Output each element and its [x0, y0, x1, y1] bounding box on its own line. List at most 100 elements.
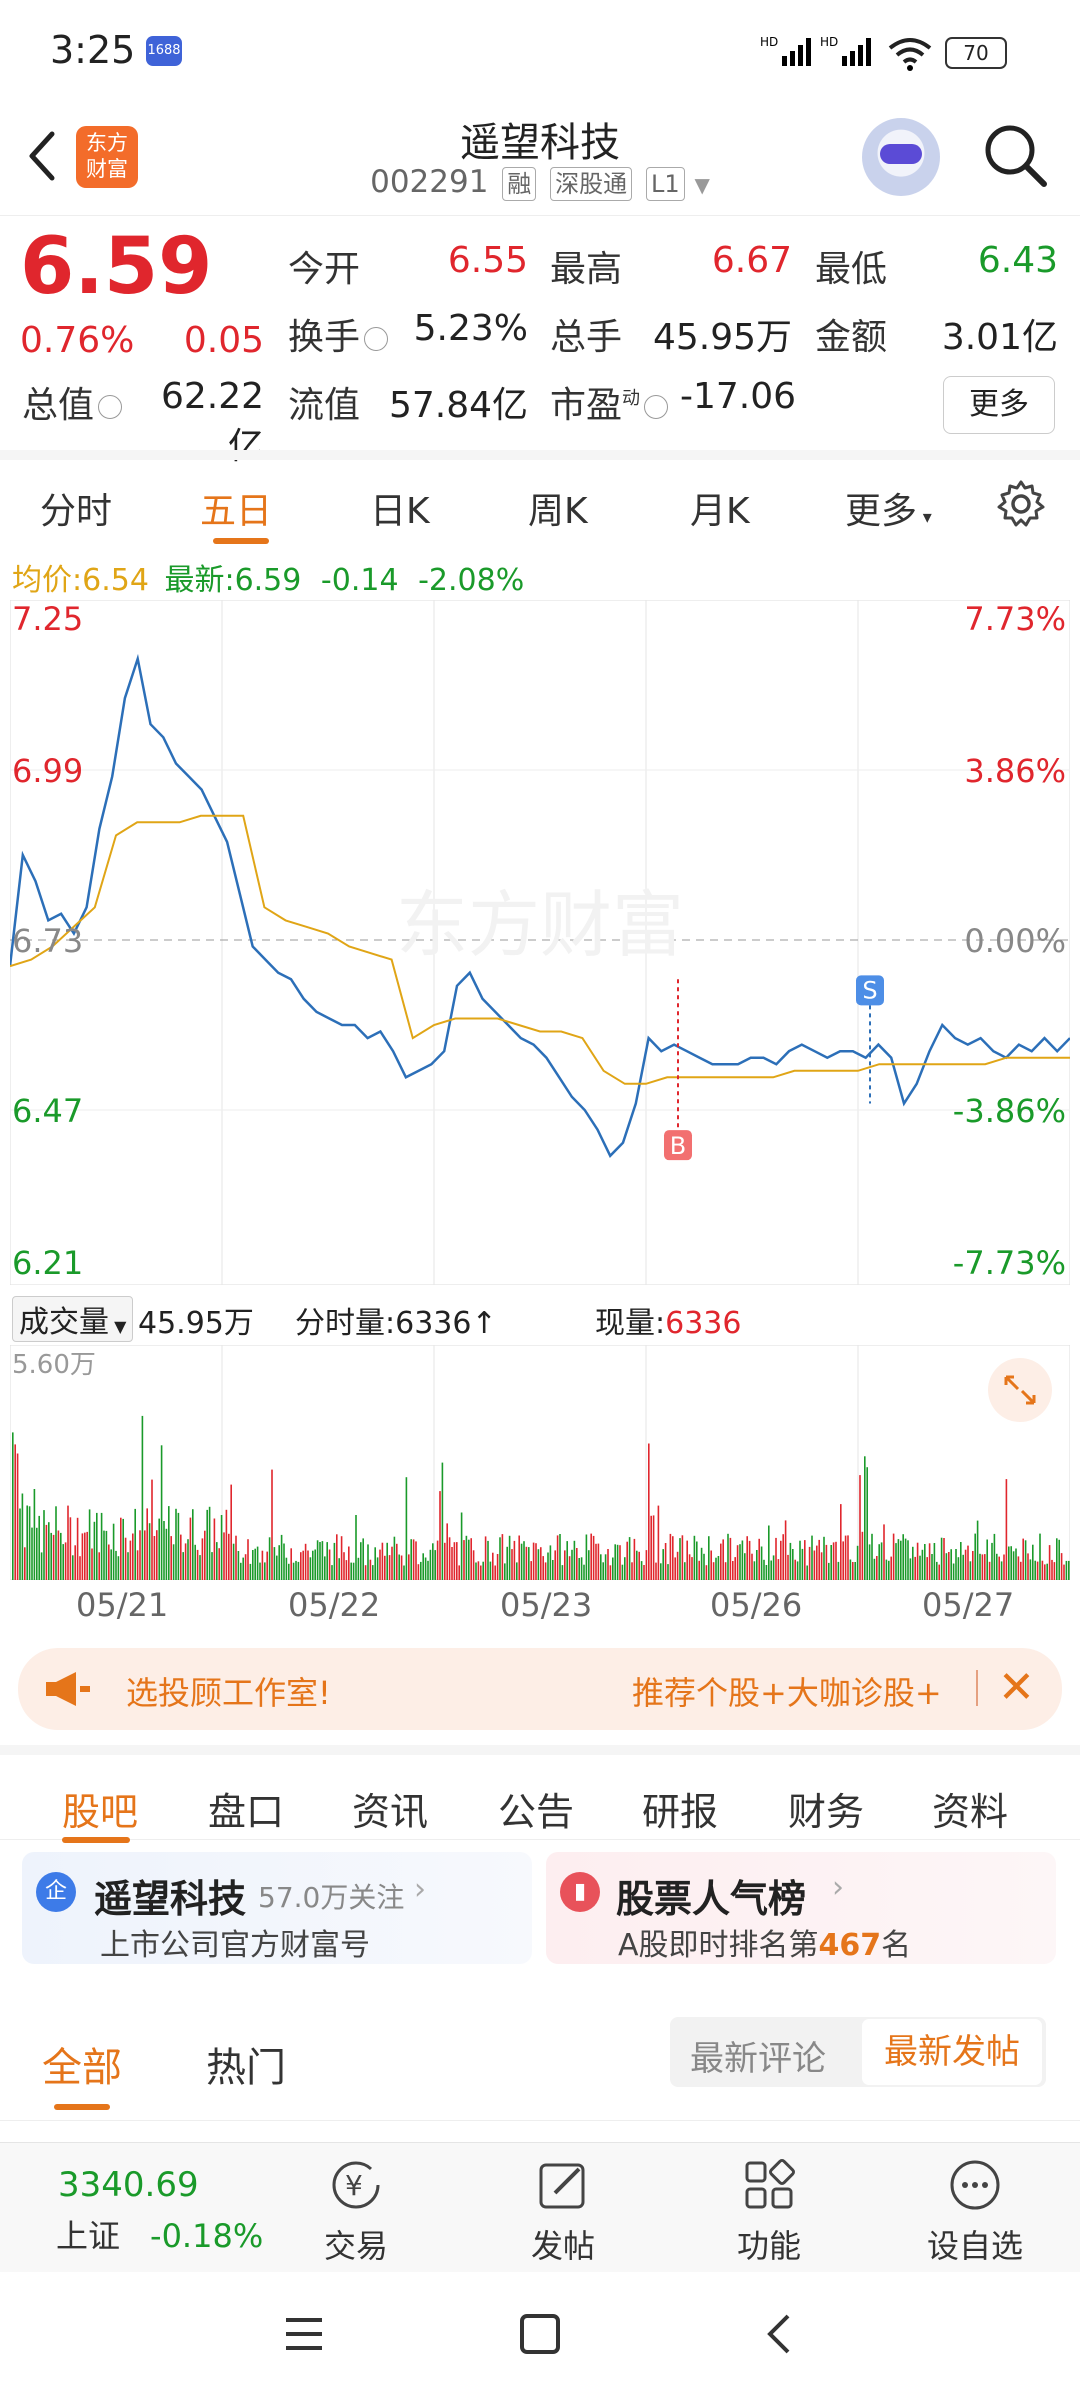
- info-icon: [98, 395, 123, 419]
- volume-bar: [856, 1545, 859, 1580]
- sort-latest-post[interactable]: 最新发帖: [862, 2019, 1042, 2085]
- volume-bar: [736, 1545, 739, 1580]
- pe-label[interactable]: 市盈动: [550, 376, 669, 428]
- back-nav-icon[interactable]: [758, 2312, 802, 2360]
- volume-bar: [876, 1556, 878, 1580]
- search-icon[interactable]: [980, 120, 1050, 190]
- tab-financials[interactable]: 财务: [788, 1781, 864, 1836]
- volume-bar: [859, 1475, 861, 1580]
- five-day-price-chart[interactable]: 东方财富 7.25 7.73% 6.99 3.86% 6.73 0.00% 6.47 -3.86…: [10, 600, 1070, 1285]
- open-label: 今开: [288, 249, 361, 290]
- volume-bar: [748, 1540, 751, 1580]
- volume-bar: [1051, 1559, 1053, 1580]
- volume-bar: [820, 1552, 823, 1580]
- volume-bar: [648, 1443, 650, 1580]
- company-account-card[interactable]: 企 遥望科技 57.0万关注 › 上市公司官方财富号: [22, 1852, 532, 1964]
- volume-bar: [201, 1538, 204, 1580]
- volume-bar: [753, 1561, 756, 1580]
- assistant-robot-icon[interactable]: [862, 118, 940, 196]
- company-name: 遥望科技: [94, 1877, 247, 1921]
- promo-banner[interactable]: 选投顾工作室! 推荐个股+大咖诊股+ ✕: [18, 1648, 1062, 1730]
- tab-daily-k[interactable]: 日K: [370, 482, 430, 534]
- mktcap-label[interactable]: 总值: [22, 376, 123, 428]
- nav-post[interactable]: 发帖: [503, 2157, 623, 2267]
- tab-monthly-k[interactable]: 月K: [690, 482, 750, 534]
- tab-forum[interactable]: 股吧: [62, 1781, 138, 1836]
- tab-more[interactable]: 更多 ▾: [845, 482, 932, 534]
- home-icon[interactable]: [518, 2312, 562, 2360]
- volume-bar: [813, 1550, 816, 1580]
- volume-bar: [628, 1537, 631, 1580]
- volume-bar: [849, 1559, 852, 1580]
- volume-bar: [477, 1561, 480, 1580]
- volume-bar: [84, 1532, 86, 1580]
- volume-bar: [660, 1563, 662, 1580]
- tab-weekly-k[interactable]: 周K: [528, 482, 588, 534]
- avg-label: 均价:: [12, 563, 83, 598]
- settings-gear-icon[interactable]: [995, 478, 1047, 534]
- sort-latest-comment[interactable]: 最新评论: [690, 2031, 826, 2080]
- volume-bar: [506, 1546, 508, 1580]
- watermark: 东方财富: [396, 883, 684, 967]
- volume-bar: [861, 1531, 864, 1580]
- volume-bar: [624, 1557, 626, 1580]
- volume-bar: [825, 1544, 828, 1580]
- tab-intraday[interactable]: 分时: [40, 482, 112, 534]
- volume-bar: [453, 1542, 456, 1580]
- turnover-label[interactable]: 换手: [288, 308, 389, 360]
- nav-add-watchlist[interactable]: 设自选: [915, 2157, 1035, 2267]
- volume-bar: [688, 1554, 691, 1580]
- volume-bar: [811, 1535, 813, 1580]
- volume-bar: [76, 1517, 79, 1580]
- tab-all[interactable]: 全部: [42, 2035, 122, 2093]
- y-tick-left: 6.47: [12, 1092, 83, 1130]
- volume-bar: [540, 1547, 542, 1580]
- tab-hot[interactable]: 热门: [206, 2035, 286, 2093]
- volume-bar: [64, 1542, 67, 1580]
- volume-bar: [580, 1557, 583, 1580]
- volume-bar: [784, 1520, 787, 1580]
- tab-five-day[interactable]: 五日: [200, 482, 272, 534]
- volume-bar: [724, 1562, 727, 1580]
- tab-profile[interactable]: 资料: [932, 1781, 1008, 1836]
- volume-bar: [1003, 1554, 1005, 1580]
- volume-bar: [943, 1538, 945, 1580]
- volume-bar: [741, 1540, 744, 1580]
- volume-bar: [770, 1560, 772, 1580]
- volume-bar: [352, 1562, 355, 1580]
- nav-trade[interactable]: ¥ 交易: [296, 2157, 416, 2267]
- close-icon[interactable]: ✕: [998, 1662, 1035, 1713]
- volume-bar: [278, 1545, 280, 1580]
- tab-orderbook[interactable]: 盘口: [208, 1781, 284, 1836]
- more-quote-button[interactable]: 更多: [943, 376, 1055, 434]
- volume-bar: [160, 1445, 163, 1580]
- volume-bar: [206, 1509, 208, 1580]
- volume-bar: [403, 1565, 405, 1580]
- volume-bar: [986, 1539, 988, 1580]
- nav-functions[interactable]: 功能: [709, 2157, 829, 2267]
- volume-bar: [369, 1559, 372, 1580]
- volume-bar: [376, 1557, 379, 1580]
- volume-bar: [398, 1554, 400, 1580]
- volume-bar: [235, 1535, 237, 1580]
- volume-bar: [732, 1561, 734, 1580]
- menu-icon[interactable]: [282, 2312, 326, 2360]
- tab-research[interactable]: 研报: [642, 1781, 718, 1836]
- volume-chart[interactable]: 5.60万: [10, 1345, 1070, 1580]
- volume-bar: [619, 1545, 621, 1580]
- volume-bar: [52, 1534, 55, 1580]
- quote-panel: 6.59 0.76% 0.05 今开 6.55 最高 6.67 最低 6.43 …: [0, 216, 1080, 467]
- volume-bar: [948, 1552, 950, 1580]
- tab-news[interactable]: 资讯: [352, 1781, 428, 1836]
- index-widget[interactable]: 3340.69 上证 -0.18%: [56, 2165, 263, 2257]
- volume-bar: [211, 1552, 213, 1580]
- volume-bar: [96, 1512, 98, 1580]
- tab-announcements[interactable]: 公告: [498, 1781, 574, 1836]
- volume-selector[interactable]: 成交量 ▼: [12, 1296, 134, 1342]
- volume-bar: [98, 1552, 100, 1580]
- popularity-rank-card[interactable]: ▮ 股票人气榜 › A股即时排名第467名: [546, 1852, 1056, 1964]
- volume-bar: [74, 1545, 76, 1580]
- volume-bar: [60, 1532, 62, 1580]
- volume-bar: [415, 1541, 417, 1580]
- volume-bar: [216, 1542, 218, 1580]
